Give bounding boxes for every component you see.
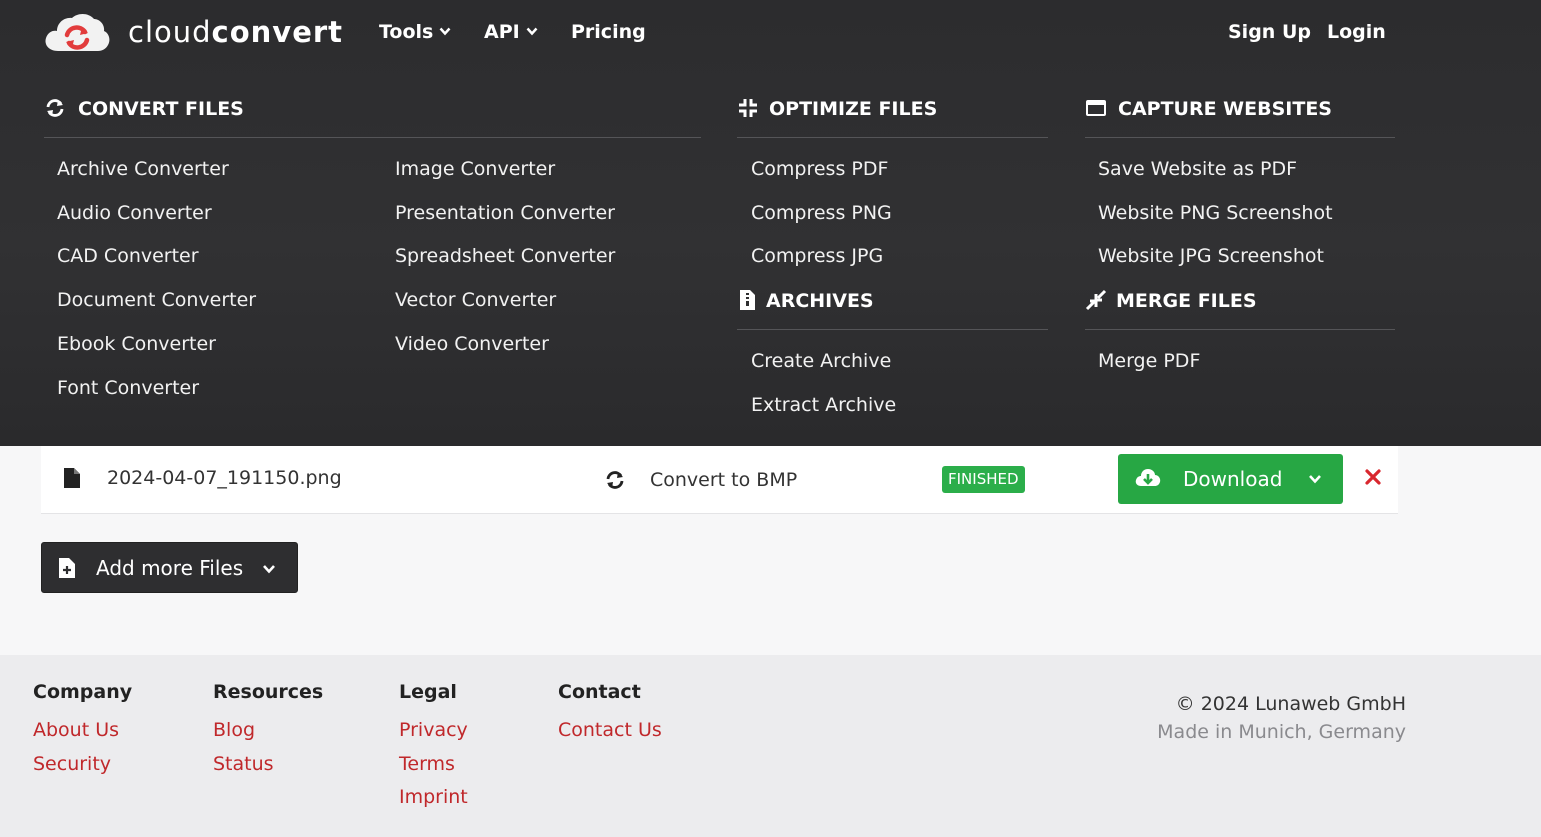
cloudconvert-logo-icon[interactable] [44, 11, 110, 53]
close-icon[interactable] [1363, 466, 1383, 488]
footer-link-contact-us[interactable]: Contact Us [558, 718, 662, 742]
section-capture-websites: CAPTURE WEBSITES [1085, 94, 1395, 138]
menu-document-converter[interactable]: Document Converter [57, 288, 256, 312]
download-button[interactable]: Download [1118, 454, 1343, 504]
nav-api-label: API [484, 21, 520, 43]
chevron-down-icon [263, 565, 275, 574]
convert-target-select[interactable]: Convert to BMP [650, 468, 797, 492]
menu-create-archive[interactable]: Create Archive [751, 349, 891, 373]
add-more-files-label: Add more Files [96, 556, 244, 580]
menu-spreadsheet-converter[interactable]: Spreadsheet Converter [395, 244, 615, 268]
footer-link-about-us[interactable]: About Us [33, 718, 119, 742]
menu-archive-converter[interactable]: Archive Converter [57, 157, 229, 181]
menu-audio-converter[interactable]: Audio Converter [57, 201, 212, 225]
footer-resources-title: Resources [213, 681, 324, 703]
nav-signup[interactable]: Sign Up [1228, 20, 1311, 44]
footer-link-privacy[interactable]: Privacy [399, 718, 468, 742]
status-badge: FINISHED [942, 466, 1025, 493]
footer-link-security[interactable]: Security [33, 752, 111, 776]
compress-icon [739, 99, 757, 117]
nav-api[interactable]: API [484, 20, 538, 44]
section-convert-files: CONVERT FILES [44, 94, 701, 138]
file-archive-icon [740, 290, 755, 310]
section-title: OPTIMIZE FILES [769, 98, 938, 120]
menu-merge-pdf[interactable]: Merge PDF [1098, 349, 1200, 373]
section-title: MERGE FILES [1116, 290, 1257, 312]
copyright: © 2024 Lunaweb GmbH [1175, 693, 1406, 715]
refresh-icon [46, 99, 64, 117]
section-title: ARCHIVES [766, 290, 874, 312]
chevron-down-icon[interactable] [1308, 472, 1322, 486]
menu-compress-png[interactable]: Compress PNG [751, 201, 892, 225]
file-icon [64, 468, 80, 488]
footer-link-blog[interactable]: Blog [213, 718, 255, 742]
footer-link-terms[interactable]: Terms [399, 752, 455, 776]
file-name: 2024-04-07_191150.png [107, 467, 342, 489]
browser-window-icon [1086, 100, 1106, 116]
page: cloudconvert Tools API Pricing Sign Up L… [0, 0, 1541, 837]
brand-name[interactable]: cloudconvert [128, 12, 343, 52]
nav-tools-label: Tools [379, 21, 434, 43]
chevron-down-icon [439, 27, 451, 36]
file-plus-icon [59, 558, 75, 578]
cloud-download-icon [1135, 469, 1161, 486]
section-optimize-files: OPTIMIZE FILES [737, 94, 1048, 138]
menu-vector-converter[interactable]: Vector Converter [395, 288, 556, 312]
footer-link-status[interactable]: Status [213, 752, 274, 776]
menu-website-png-screenshot[interactable]: Website PNG Screenshot [1098, 201, 1333, 225]
menu-ebook-converter[interactable]: Ebook Converter [57, 332, 216, 356]
footer: Company About Us Security Resources Blog… [0, 655, 1541, 837]
chevron-down-icon [526, 27, 538, 36]
merge-icon [1085, 289, 1107, 311]
download-label: Download [1183, 467, 1283, 491]
nav-pricing[interactable]: Pricing [571, 20, 646, 44]
footer-company-title: Company [33, 681, 133, 703]
menu-extract-archive[interactable]: Extract Archive [751, 393, 896, 417]
menu-image-converter[interactable]: Image Converter [395, 157, 555, 181]
menu-video-converter[interactable]: Video Converter [395, 332, 549, 356]
top-navbar: cloudconvert Tools API Pricing Sign Up L… [0, 0, 1541, 66]
refresh-icon[interactable] [604, 469, 626, 491]
footer-legal-title: Legal [399, 681, 457, 703]
brand-name-bold: convert [211, 15, 344, 49]
nav-login[interactable]: Login [1327, 20, 1386, 44]
file-row: 2024-04-07_191150.png Convert to BMP FIN… [41, 446, 1398, 514]
brand-name-light: cloud [128, 15, 212, 49]
header-mega-menu: cloudconvert Tools API Pricing Sign Up L… [0, 0, 1541, 446]
menu-compress-pdf[interactable]: Compress PDF [751, 157, 888, 181]
made-in: Made in Munich, Germany [1157, 721, 1406, 743]
footer-link-imprint[interactable]: Imprint [399, 785, 468, 809]
menu-font-converter[interactable]: Font Converter [57, 376, 199, 400]
section-title: CONVERT FILES [78, 98, 244, 120]
footer-contact-title: Contact [558, 681, 641, 703]
section-merge-files: MERGE FILES [1085, 286, 1395, 330]
nav-tools[interactable]: Tools [379, 20, 451, 44]
menu-presentation-converter[interactable]: Presentation Converter [395, 201, 615, 225]
menu-save-website-pdf[interactable]: Save Website as PDF [1098, 157, 1297, 181]
section-archives: ARCHIVES [737, 286, 1048, 330]
menu-website-jpg-screenshot[interactable]: Website JPG Screenshot [1098, 244, 1324, 268]
menu-compress-jpg[interactable]: Compress JPG [751, 244, 883, 268]
menu-cad-converter[interactable]: CAD Converter [57, 244, 199, 268]
add-more-files-button[interactable]: Add more Files [41, 542, 298, 593]
section-title: CAPTURE WEBSITES [1118, 98, 1332, 120]
